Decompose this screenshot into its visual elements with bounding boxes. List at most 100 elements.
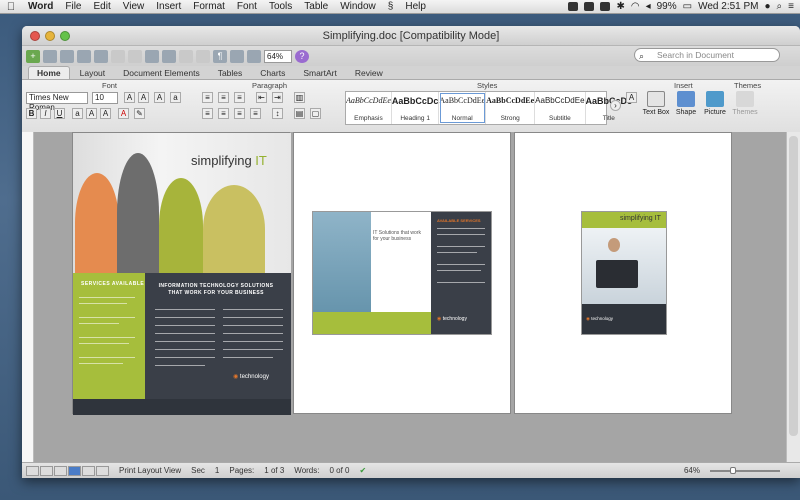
numbering-icon[interactable]: ≡: [218, 92, 229, 103]
print-icon[interactable]: [94, 49, 108, 63]
volume-icon[interactable]: ◂: [646, 1, 651, 12]
font-name-select[interactable]: Times New Roman: [26, 92, 88, 112]
clock[interactable]: Wed 2:51 PM: [698, 1, 758, 12]
align-right-icon[interactable]: ≡: [234, 108, 245, 119]
spotlight-icon[interactable]: ⌕: [777, 1, 783, 12]
insert-shape-button[interactable]: Shape: [674, 91, 698, 116]
line-spacing-icon[interactable]: ↕: [272, 108, 283, 119]
menu-help[interactable]: Help: [399, 1, 432, 12]
themes-button[interactable]: Themes: [730, 91, 760, 116]
cut-icon[interactable]: [111, 49, 125, 63]
battery-label[interactable]: 99%: [657, 1, 677, 12]
align-center-icon[interactable]: ≡: [218, 108, 229, 119]
tab-tables[interactable]: Tables: [210, 67, 251, 79]
styles-scroll-icon[interactable]: ›: [610, 100, 621, 111]
multilevel-list-icon[interactable]: ≡: [234, 92, 245, 103]
paragraph-shading-icon[interactable]: ▤: [294, 108, 305, 119]
vertical-scrollbar[interactable]: [786, 132, 800, 462]
align-left-icon[interactable]: ≡: [202, 108, 213, 119]
zoom-slider[interactable]: [710, 466, 780, 474]
spelling-check-icon[interactable]: ✔: [360, 466, 367, 475]
menu-view[interactable]: View: [117, 1, 151, 12]
style-emphasis[interactable]: AaBbCcDdEe Emphasis: [346, 92, 392, 124]
status-icon[interactable]: [600, 2, 611, 11]
save-icon[interactable]: [77, 49, 91, 63]
print-layout-view-button[interactable]: [68, 465, 81, 476]
zoom-field[interactable]: 64%: [264, 49, 292, 63]
decrease-indent-icon[interactable]: ⇤: [256, 92, 267, 103]
wifi-icon[interactable]: ◠: [631, 1, 640, 12]
sidebar-icon[interactable]: [230, 49, 244, 63]
tab-home[interactable]: Home: [28, 66, 70, 79]
shrink-font-icon[interactable]: A: [138, 92, 149, 103]
document-canvas[interactable]: simplifying IT SERVICES AVAILABLE INFORM…: [34, 132, 786, 462]
toolbox-icon[interactable]: [247, 49, 261, 63]
underline-icon[interactable]: U: [54, 108, 65, 119]
menu-format[interactable]: Format: [187, 1, 231, 12]
user-icon[interactable]: ●: [765, 1, 771, 12]
strikethrough-icon[interactable]: a: [72, 108, 83, 119]
full-screen-view-button[interactable]: [96, 465, 109, 476]
menu-app-name[interactable]: Word: [22, 1, 59, 12]
menu-font[interactable]: Font: [231, 1, 263, 12]
subscript-icon[interactable]: A: [100, 108, 111, 119]
change-case-icon[interactable]: a: [170, 92, 181, 103]
menu-insert[interactable]: Insert: [150, 1, 187, 12]
tab-review[interactable]: Review: [347, 67, 391, 79]
menu-edit[interactable]: Edit: [88, 1, 117, 12]
bold-icon[interactable]: B: [26, 108, 37, 119]
superscript-icon[interactable]: A: [86, 108, 97, 119]
highlight-icon[interactable]: ✎: [134, 108, 145, 119]
copy-icon[interactable]: [128, 49, 142, 63]
style-heading-1[interactable]: AaBbCcDc Heading 1: [392, 92, 440, 124]
tab-smartart[interactable]: SmartArt: [295, 67, 345, 79]
menu-tools[interactable]: Tools: [263, 1, 298, 12]
search-input[interactable]: ⌕ Search in Document: [634, 48, 780, 62]
grow-font-icon[interactable]: A: [124, 92, 135, 103]
menu-window[interactable]: Window: [334, 1, 382, 12]
scrollbar-thumb[interactable]: [789, 136, 798, 436]
apple-menu-icon[interactable]: : [0, 1, 22, 13]
bluetooth-icon[interactable]: ✱: [616, 1, 624, 12]
new-document-icon[interactable]: +: [26, 49, 40, 63]
script-menu-icon[interactable]: §: [382, 1, 400, 12]
open-icon[interactable]: [60, 49, 74, 63]
battery-icon[interactable]: ▭: [683, 1, 692, 12]
templates-icon[interactable]: [43, 49, 57, 63]
redo-icon[interactable]: [196, 49, 210, 63]
format-painter-icon[interactable]: [162, 49, 176, 63]
font-color-icon[interactable]: A: [118, 108, 129, 119]
style-strong[interactable]: AaBbCcDdEe Strong: [486, 92, 536, 124]
undo-icon[interactable]: [179, 49, 193, 63]
italic-icon[interactable]: I: [40, 108, 51, 119]
notebook-view-button[interactable]: [82, 465, 95, 476]
vertical-ruler[interactable]: [22, 132, 34, 462]
insert-text-box-button[interactable]: Text Box: [642, 91, 670, 116]
tab-charts[interactable]: Charts: [252, 67, 293, 79]
help-icon[interactable]: ?: [295, 49, 309, 63]
justify-icon[interactable]: ≡: [250, 108, 261, 119]
outline-view-button[interactable]: [40, 465, 53, 476]
list-icon[interactable]: ≡: [788, 1, 794, 12]
bullets-icon[interactable]: ≡: [202, 92, 213, 103]
borders-icon[interactable]: ▢: [310, 108, 321, 119]
paste-icon[interactable]: [145, 49, 159, 63]
menu-file[interactable]: File: [59, 1, 87, 12]
page-3[interactable]: simplifying IT ◉ technology: [514, 132, 732, 414]
draft-view-button[interactable]: [26, 465, 39, 476]
styles-pane-icon[interactable]: A: [626, 92, 637, 103]
page-2[interactable]: IT Solutions that work for your business …: [293, 132, 511, 414]
status-icon[interactable]: [568, 2, 579, 11]
font-size-select[interactable]: 10: [92, 92, 118, 104]
columns-icon[interactable]: ▥: [294, 92, 305, 103]
tab-layout[interactable]: Layout: [72, 67, 114, 79]
clear-format-icon[interactable]: A: [154, 92, 165, 103]
increase-indent-icon[interactable]: ⇥: [272, 92, 283, 103]
page-1[interactable]: simplifying IT SERVICES AVAILABLE INFORM…: [72, 132, 291, 415]
zoom-slider-knob[interactable]: [730, 466, 736, 474]
publishing-view-button[interactable]: [54, 465, 67, 476]
status-icon[interactable]: [584, 2, 595, 11]
tab-document-elements[interactable]: Document Elements: [115, 67, 208, 79]
paragraph-marks-icon[interactable]: ¶: [213, 49, 227, 63]
style-normal[interactable]: AaBbCcDdEe Normal: [439, 92, 487, 124]
